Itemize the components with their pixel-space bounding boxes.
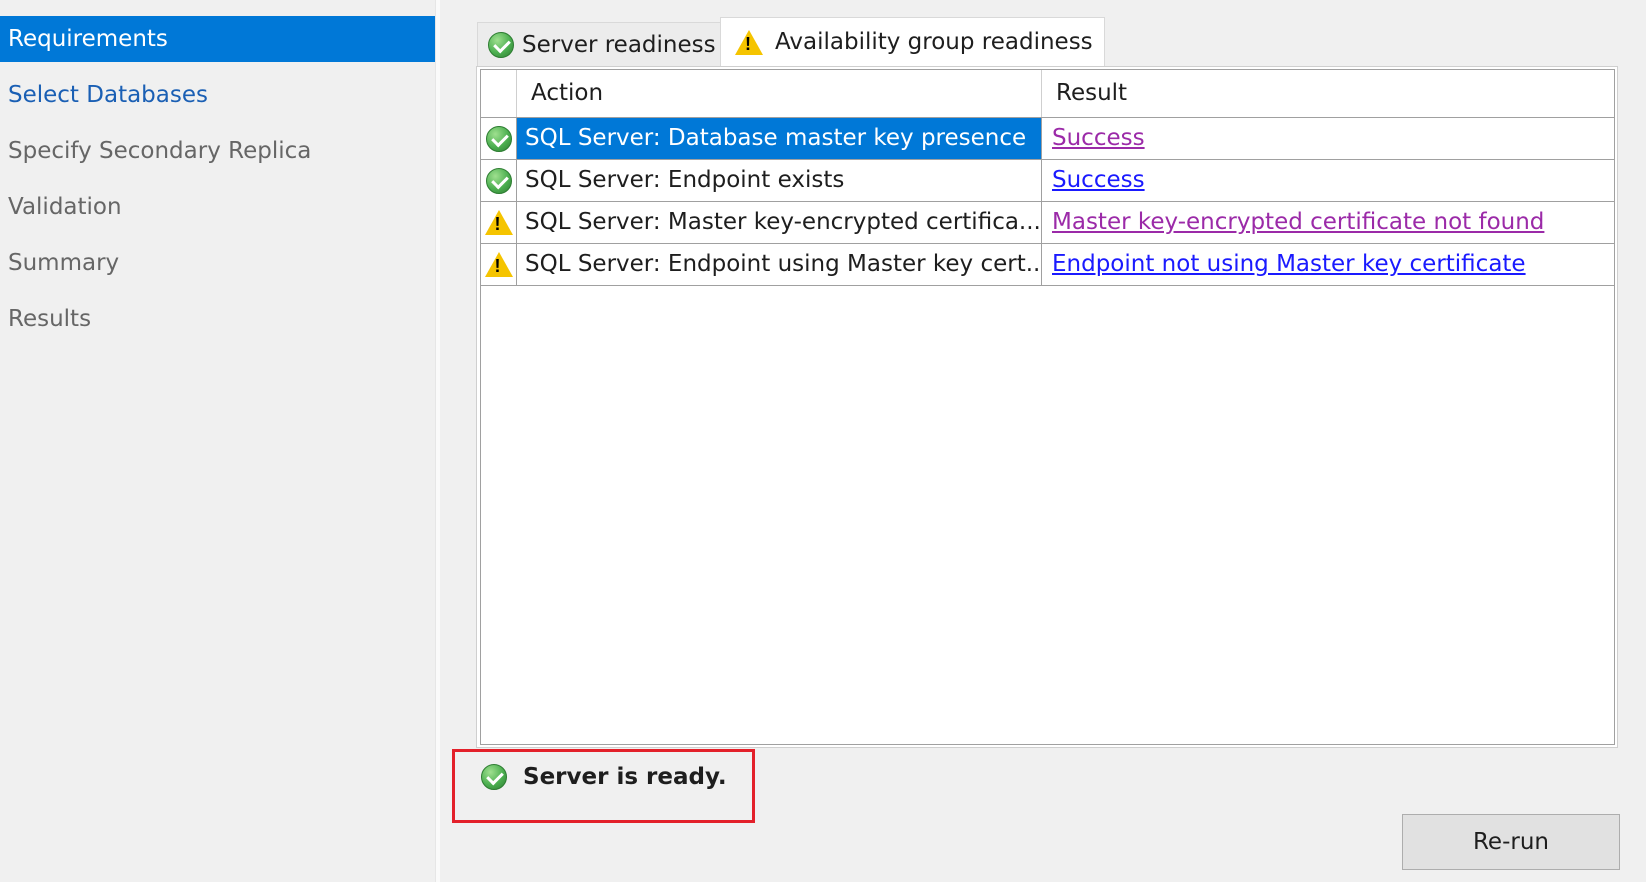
readiness-grid[interactable]: Action Result SQL Server: Database maste…: [480, 69, 1615, 745]
check-circle-icon: [488, 31, 514, 58]
wizard-window: Requirements Select Databases Specify Se…: [0, 0, 1646, 882]
warning-icon: [484, 210, 513, 235]
table-row[interactable]: SQL Server: Endpoint using Master key ce…: [481, 244, 1614, 286]
row-action[interactable]: SQL Server: Endpoint using Master key ce…: [517, 244, 1042, 285]
sidebar-item-validation: Validation: [8, 194, 122, 220]
row-action[interactable]: SQL Server: Endpoint exists: [517, 160, 1042, 201]
wizard-steps-sidebar: Requirements Select Databases Specify Se…: [0, 0, 435, 882]
header-status-column[interactable]: [481, 70, 517, 117]
result-link[interactable]: Success: [1052, 167, 1145, 193]
sidebar-divider: [435, 0, 440, 882]
check-circle-icon: [481, 764, 507, 790]
table-row[interactable]: SQL Server: Endpoint exists Success: [481, 160, 1614, 202]
grid-header: Action Result: [481, 70, 1614, 118]
rerun-button[interactable]: Re-run: [1402, 814, 1620, 870]
tab-availability-group-readiness[interactable]: Availability group readiness: [720, 17, 1105, 66]
check-circle-icon: [485, 125, 512, 152]
sidebar-item-summary: Summary: [8, 250, 120, 276]
tab-server-readiness[interactable]: Server readiness: [477, 22, 721, 66]
sidebar-item-specify-secondary-replica: Specify Secondary Replica: [8, 138, 312, 164]
row-action[interactable]: SQL Server: Database master key presence: [517, 118, 1042, 159]
header-result[interactable]: Result: [1042, 70, 1614, 117]
header-action[interactable]: Action: [517, 70, 1042, 117]
result-link[interactable]: Endpoint not using Master key certificat…: [1052, 251, 1526, 277]
status-text: Server is ready.: [523, 764, 727, 790]
tab-label: Server readiness: [522, 31, 716, 58]
table-row[interactable]: SQL Server: Master key-encrypted certifi…: [481, 202, 1614, 244]
warning-icon: [735, 29, 763, 55]
result-link[interactable]: Master key-encrypted certificate not fou…: [1052, 209, 1544, 235]
sidebar-item-results: Results: [8, 306, 92, 332]
warning-icon: [484, 252, 513, 277]
result-link[interactable]: Success: [1052, 125, 1145, 151]
tab-label: Availability group readiness: [775, 29, 1093, 55]
sidebar-item-select-databases[interactable]: Select Databases: [0, 72, 435, 118]
row-action[interactable]: SQL Server: Master key-encrypted certifi…: [517, 202, 1042, 243]
sidebar-item-requirements[interactable]: Requirements: [0, 16, 435, 62]
check-circle-icon: [485, 167, 512, 194]
server-status: Server is ready.: [481, 762, 727, 792]
table-row[interactable]: SQL Server: Database master key presence…: [481, 118, 1614, 160]
